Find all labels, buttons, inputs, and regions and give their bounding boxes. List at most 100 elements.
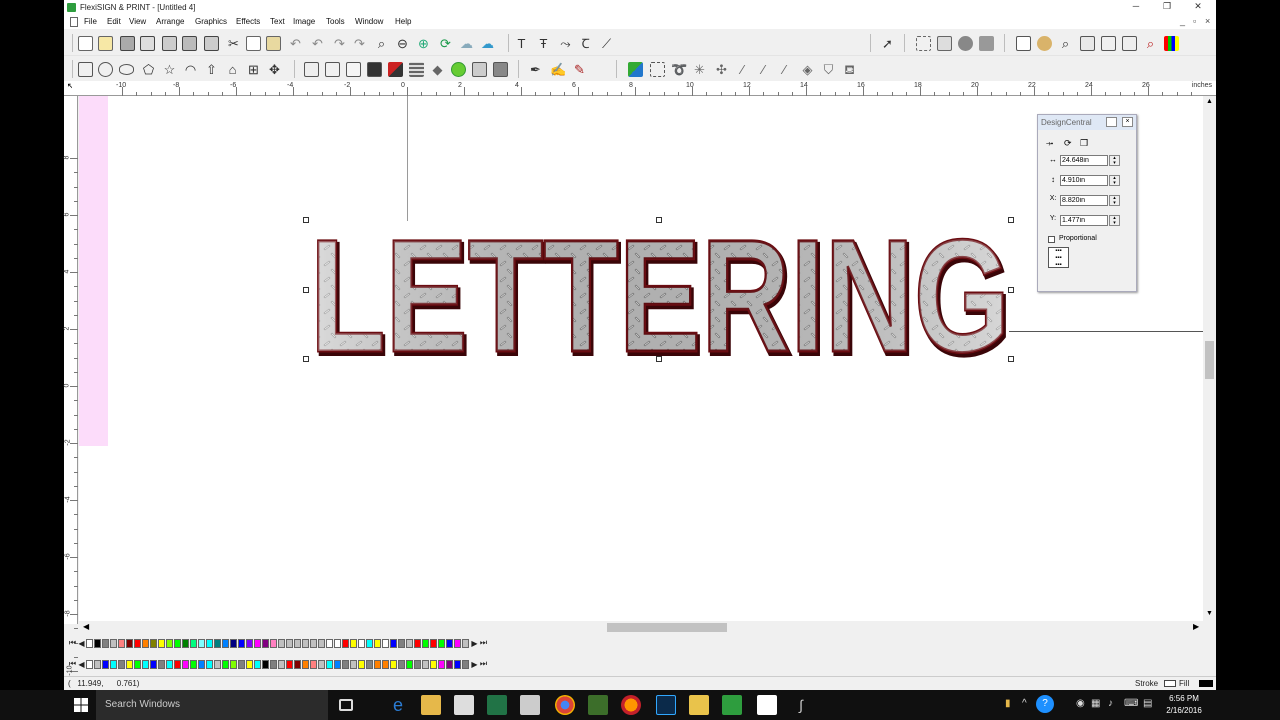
print-icon[interactable] xyxy=(140,36,155,51)
fill-effect-icon[interactable] xyxy=(388,62,403,77)
rip-icon[interactable] xyxy=(204,36,219,51)
bevel-icon[interactable]: ◆ xyxy=(430,62,445,77)
text-on-path-icon[interactable]: ⤳ xyxy=(558,36,573,51)
text-edit-icon[interactable]: ⟋ xyxy=(599,36,614,51)
color-palette-icon[interactable] xyxy=(1037,36,1052,51)
excel-icon[interactable] xyxy=(487,695,507,715)
save-icon[interactable] xyxy=(120,36,135,51)
store-icon[interactable] xyxy=(454,695,474,715)
stamp-tool-icon[interactable]: ⛾ xyxy=(842,62,857,77)
palette-swatch[interactable] xyxy=(326,638,333,648)
palette-swatch[interactable] xyxy=(166,638,173,648)
menu-text[interactable]: Text xyxy=(270,17,285,26)
palette2-first-icon[interactable]: ⏮ xyxy=(68,659,77,669)
scroll-left-icon[interactable]: ◀ xyxy=(83,622,89,631)
palette-swatch[interactable] xyxy=(118,638,125,648)
palette-swatch[interactable] xyxy=(182,638,189,648)
volume-icon[interactable]: ♪ xyxy=(1108,698,1113,709)
palette2-swatch[interactable] xyxy=(366,659,373,669)
zoom-out-icon[interactable]: ⊖ xyxy=(395,36,410,51)
tray-app-icon[interactable]: ◉ xyxy=(1076,698,1085,709)
palette-swatch[interactable] xyxy=(254,638,261,648)
palette-swatch[interactable] xyxy=(374,638,381,648)
palette2-next-icon[interactable]: ▶ xyxy=(470,660,479,669)
palette2-swatch[interactable] xyxy=(126,659,133,669)
palette-swatch[interactable] xyxy=(94,638,101,648)
ellipse-tool-icon[interactable] xyxy=(119,64,134,75)
eraser-tool-icon[interactable]: ◈ xyxy=(800,62,815,77)
node-select-icon[interactable] xyxy=(916,36,931,51)
selection-handle-bl[interactable] xyxy=(303,356,309,362)
circle-tool-icon[interactable] xyxy=(98,62,113,77)
palette-swatch[interactable] xyxy=(246,638,253,648)
palette2-swatch[interactable] xyxy=(438,659,445,669)
palette2-swatch[interactable] xyxy=(358,659,365,669)
text-distort-icon[interactable]: Ꞇ xyxy=(578,36,593,51)
palette-swatch[interactable] xyxy=(134,638,141,648)
palette2-swatch[interactable] xyxy=(254,659,261,669)
document-properties-icon[interactable] xyxy=(1122,36,1137,51)
palette2-swatch[interactable] xyxy=(390,659,397,669)
selection-handle-mr[interactable] xyxy=(1008,287,1014,293)
vertical-scroll-thumb[interactable] xyxy=(1205,341,1214,379)
menu-edit[interactable]: Edit xyxy=(107,17,121,26)
move-tab-icon[interactable]: ⤞ xyxy=(1046,138,1053,149)
polygon-tool-icon[interactable]: ⬠ xyxy=(141,62,156,77)
palette-swatch[interactable] xyxy=(318,638,325,648)
palette-swatch[interactable] xyxy=(422,638,429,648)
palette-swatch[interactable] xyxy=(150,638,157,648)
selection-handle-bc[interactable] xyxy=(656,356,662,362)
menu-tools[interactable]: Tools xyxy=(326,17,345,26)
palette2-swatch[interactable] xyxy=(294,659,301,669)
find-icon[interactable]: ⌕ xyxy=(1058,36,1073,51)
palette2-swatch[interactable] xyxy=(182,659,189,669)
drawing-canvas[interactable]: LETTERING LETTERING LETTERING xyxy=(79,96,1203,621)
palette-swatch[interactable] xyxy=(278,638,285,648)
palette-swatch[interactable] xyxy=(302,638,309,648)
palette-swatch[interactable] xyxy=(126,638,133,648)
palette-swatch[interactable] xyxy=(190,638,197,648)
palette-swatch[interactable] xyxy=(222,638,229,648)
width-field[interactable] xyxy=(1060,155,1108,166)
palette2-swatch[interactable] xyxy=(310,659,317,669)
production-manager-icon[interactable] xyxy=(182,36,197,51)
copy-icon[interactable] xyxy=(246,36,261,51)
anchor-point-grid[interactable]: ▪▪▪ ▪▪▪ ▪▪▪ xyxy=(1048,247,1069,268)
palette2-swatch[interactable] xyxy=(150,659,157,669)
rectangle-tool-icon[interactable] xyxy=(78,62,93,77)
palette2-swatch[interactable] xyxy=(118,659,125,669)
palette-first-icon[interactable]: ⏮ xyxy=(68,638,77,648)
palette2-swatch[interactable] xyxy=(230,659,237,669)
outline-icon[interactable] xyxy=(304,62,319,77)
palette2-swatch[interactable] xyxy=(406,659,413,669)
layers-icon[interactable] xyxy=(1101,36,1116,51)
lettering-artwork[interactable]: LETTERING LETTERING LETTERING xyxy=(306,205,1016,391)
palette2-swatch[interactable] xyxy=(350,659,357,669)
mdi-minimize-button[interactable]: _ xyxy=(1180,16,1185,26)
selection-handle-tl[interactable] xyxy=(303,217,309,223)
vertical-scrollbar[interactable]: ▲ ▼ xyxy=(1203,96,1216,621)
palette2-swatch[interactable] xyxy=(382,659,389,669)
calculator-icon[interactable] xyxy=(520,695,540,715)
fill-swatch[interactable] xyxy=(1199,680,1213,687)
y-stepper[interactable]: ▴ ▾ xyxy=(1109,215,1120,226)
stroke-swatch[interactable] xyxy=(1164,680,1176,687)
palette2-swatch[interactable] xyxy=(86,659,93,669)
flexi-cutter-icon[interactable]: ∫ xyxy=(791,695,811,715)
cloud-upload-icon[interactable]: ☁ xyxy=(480,36,495,51)
zoom-icon[interactable]: ⌕ xyxy=(374,36,389,51)
arrow-tool-icon[interactable]: ⇧ xyxy=(204,62,219,77)
edge-browser-icon[interactable]: e xyxy=(388,695,408,715)
palette-swatch[interactable] xyxy=(110,638,117,648)
palette-swatch[interactable] xyxy=(358,638,365,648)
palette-swatch[interactable] xyxy=(174,638,181,648)
palette2-swatch[interactable] xyxy=(262,659,269,669)
windows-start-icon[interactable] xyxy=(74,698,88,712)
palette2-swatch[interactable] xyxy=(422,659,429,669)
color-separation-icon[interactable] xyxy=(1164,36,1179,51)
size-tab-icon[interactable]: ❒ xyxy=(1080,138,1088,149)
palette2-swatch[interactable] xyxy=(214,659,221,669)
palette2-swatch[interactable] xyxy=(206,659,213,669)
palette2-swatch[interactable] xyxy=(158,659,165,669)
star-tool-icon[interactable]: ☆ xyxy=(162,62,177,77)
